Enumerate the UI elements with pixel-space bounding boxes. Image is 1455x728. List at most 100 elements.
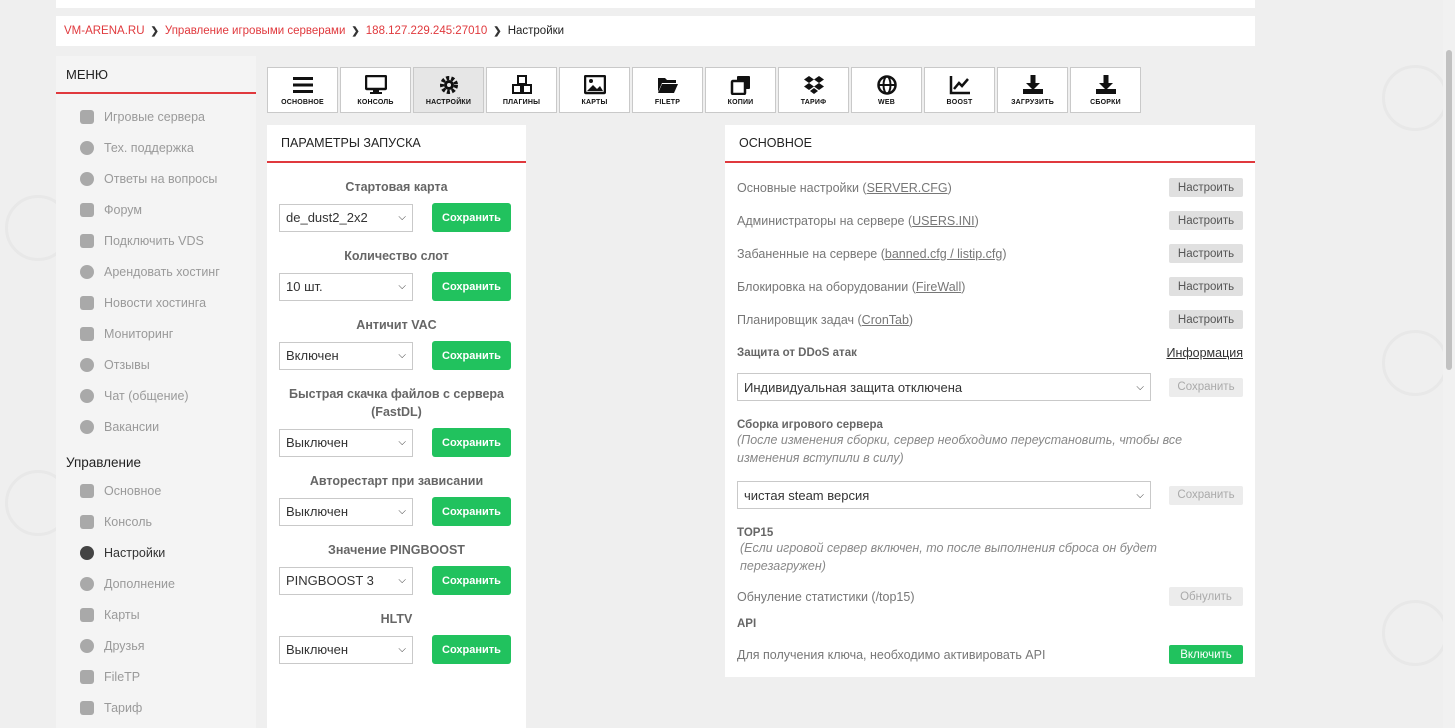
configure-button[interactable]: Настроить (1169, 244, 1243, 263)
save-button[interactable]: Сохранить (432, 635, 511, 664)
slots-select[interactable]: 10 шт. ⌵ (279, 272, 413, 301)
build-select[interactable]: чистая steam версия ⌵ (737, 481, 1151, 509)
save-button[interactable]: Сохранить (432, 341, 511, 370)
tool-label: ОСНОВНОЕ (281, 98, 324, 106)
api-row: Для получения ключа, необходимо активиро… (725, 638, 1255, 671)
tool-label: СБОРКИ (1090, 98, 1121, 106)
sidebar-item-reviews[interactable]: Отзывы (56, 349, 256, 380)
tool-console[interactable]: КОНСОЛЬ (340, 67, 411, 113)
field-row: Включен ⌵ Сохранить (267, 341, 526, 370)
sidebar-item-label: Дополнение (104, 576, 175, 591)
users-ini-link[interactable]: USERS.INI (912, 214, 975, 228)
tool-builds[interactable]: СБОРКИ (1070, 67, 1141, 113)
sidebar-item-label: Ответы на вопросы (104, 171, 218, 186)
field-title: HLTV (380, 612, 413, 626)
configure-button[interactable]: Настроить (1169, 211, 1243, 230)
tool-plugins[interactable]: ПЛАГИНЫ (486, 67, 557, 113)
folder-icon (80, 669, 94, 684)
save-button[interactable]: Сохранить (432, 428, 511, 457)
save-button[interactable]: Сохранить (432, 497, 511, 526)
sidebar-item-friends[interactable]: Друзья (56, 630, 256, 661)
bars-icon (292, 76, 313, 93)
ddos-select[interactable]: Индивидуальная защита отключена ⌵ (737, 373, 1151, 401)
config-row-label: Планировщик задач (CronTab) (737, 313, 913, 327)
crontab-link[interactable]: CronTab (862, 313, 909, 327)
sidebar-item-label: Тариф (104, 700, 143, 715)
tool-boost[interactable]: BOOST (924, 67, 995, 113)
server-cfg-link[interactable]: SERVER.CFG (867, 181, 948, 195)
tool-backups[interactable]: КОПИИ (705, 67, 776, 113)
sidebar-item-faq[interactable]: Ответы на вопросы (56, 163, 256, 194)
tool-upload[interactable]: ЗАГРУЗИТЬ (997, 67, 1068, 113)
breadcrumb-home-link[interactable]: VM-ARENA.RU (64, 25, 145, 37)
config-row-label: Основные настройки (SERVER.CFG) (737, 181, 952, 195)
sidebar-item-hosting[interactable]: Арендовать хостинг (56, 256, 256, 287)
autorestart-select[interactable]: Выключен ⌵ (279, 497, 413, 526)
field-title: Стартовая карта (345, 180, 448, 194)
page-scrollbar[interactable] (1443, 0, 1455, 728)
monitor-icon (364, 74, 387, 94)
configure-button[interactable]: Настроить (1169, 178, 1243, 197)
sidebar-item-vacancies[interactable]: Вакансии (56, 411, 256, 442)
comments-icon (80, 357, 94, 372)
banned-cfg-link[interactable]: banned.cfg / listip.cfg (885, 247, 1002, 261)
sidebar-item-label: Подключить VDS (104, 233, 204, 248)
enable-api-button[interactable]: Включить (1169, 645, 1243, 664)
start-map-select[interactable]: de_dust2_2x2 ⌵ (279, 203, 413, 232)
row-text: ) (961, 279, 966, 294)
breadcrumb-server-link[interactable]: 188.127.229.245:27010 (366, 25, 488, 37)
scrollbar-thumb[interactable] (1446, 50, 1452, 370)
firewall-link[interactable]: FireWall (916, 280, 961, 294)
breadcrumb-servers-link[interactable]: Управление игровыми серверами (165, 25, 345, 37)
sidebar-item-addons[interactable]: Дополнение (56, 568, 256, 599)
ddos-save-button[interactable]: Сохранить (1169, 377, 1243, 397)
ddos-info-link[interactable]: Информация (1166, 346, 1243, 360)
sidebar-item-filetp[interactable]: FileTP (56, 661, 256, 692)
sidebar-item-chat[interactable]: Чат (общение) (56, 380, 256, 411)
tool-settings[interactable]: НАСТРОЙКИ (413, 67, 484, 113)
tool-main[interactable]: ОСНОВНОЕ (267, 67, 338, 113)
vac-select[interactable]: Включен ⌵ (279, 341, 413, 370)
globe-icon (876, 74, 897, 95)
select-value: de_dust2_2x2 (286, 210, 368, 225)
reset-button[interactable]: Обнулить (1169, 587, 1243, 606)
chevron-right-icon: ❯ (150, 25, 159, 37)
sidebar-item-label: Новости хостинга (104, 295, 207, 310)
list-icon (80, 483, 94, 498)
breadcrumb-current: Настройки (507, 25, 565, 37)
download-icon (1022, 74, 1043, 94)
tool-web[interactable]: WEB (851, 67, 922, 113)
save-button[interactable]: Сохранить (432, 566, 511, 595)
configure-button[interactable]: Настроить (1169, 310, 1243, 329)
configure-button[interactable]: Настроить (1169, 277, 1243, 296)
save-button[interactable]: Сохранить (432, 203, 511, 232)
sidebar-menu-title: МЕНЮ (56, 56, 256, 94)
panel-title: ПАРАМЕТРЫ ЗАПУСКА (267, 125, 526, 163)
pingboost-select[interactable]: PINGBOOST 3 ⌵ (279, 566, 413, 595)
sidebar-item-settings[interactable]: Настройки (56, 537, 256, 568)
image-icon (583, 74, 606, 94)
sidebar-item-label: Арендовать хостинг (104, 264, 220, 279)
tool-filetp[interactable]: FILETP (632, 67, 703, 113)
sidebar: МЕНЮ Игровые сервера Тех. поддержка Отве… (56, 56, 256, 728)
sidebar-item-game-servers[interactable]: Игровые сервера (56, 101, 256, 132)
sidebar-item-tariff[interactable]: Тариф (56, 692, 256, 723)
sidebar-item-news[interactable]: Новости хостинга (56, 287, 256, 318)
field-row: de_dust2_2x2 ⌵ Сохранить (267, 203, 526, 232)
sidebar-item-forum[interactable]: Форум (56, 194, 256, 225)
sidebar-item-support[interactable]: Тех. поддержка (56, 132, 256, 163)
sidebar-item-maps[interactable]: Карты (56, 599, 256, 630)
sidebar-item-console[interactable]: Консоль (56, 506, 256, 537)
sidebar-item-vds[interactable]: Подключить VDS (56, 225, 256, 256)
tool-maps[interactable]: КАРТЫ (559, 67, 630, 113)
row-text: Блокировка на оборудовании ( (737, 279, 916, 294)
fastdl-select[interactable]: Выключен ⌵ (279, 428, 413, 457)
save-button[interactable]: Сохранить (432, 272, 511, 301)
sidebar-item-main[interactable]: Основное (56, 475, 256, 506)
build-save-button[interactable]: Сохранить (1169, 485, 1243, 505)
dropbox-icon (80, 700, 94, 715)
hltv-select[interactable]: Выключен ⌵ (279, 635, 413, 664)
tool-tariff[interactable]: ТАРИФ (778, 67, 849, 113)
select-value: Выключен (286, 504, 349, 519)
sidebar-item-monitoring[interactable]: Мониторинг (56, 318, 256, 349)
